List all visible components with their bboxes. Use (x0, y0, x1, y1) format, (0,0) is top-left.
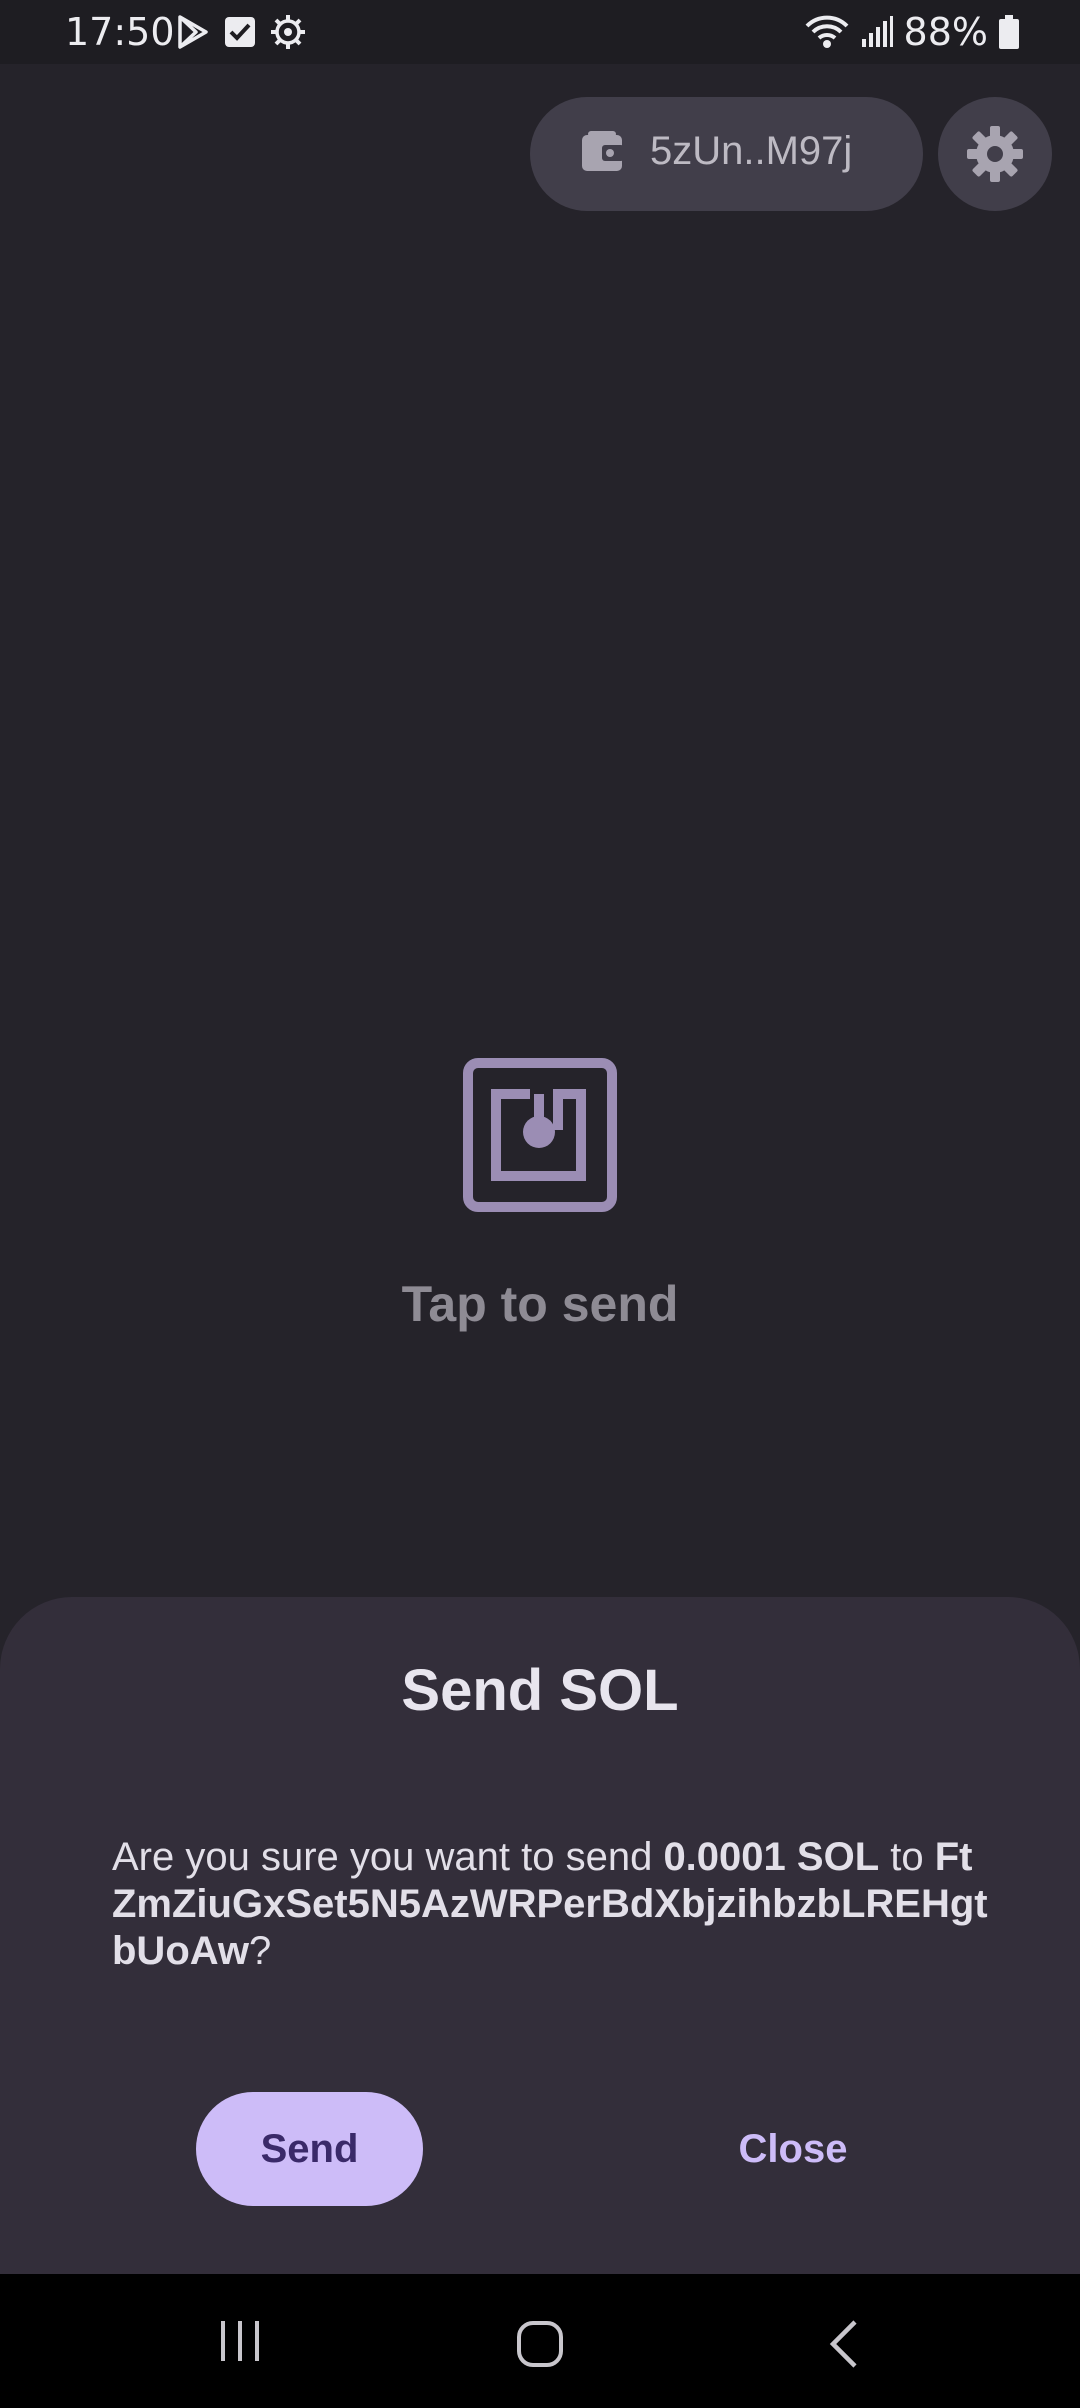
gear-icon (967, 126, 1023, 182)
confirmation-message: Are you sure you want to send 0.0001 SOL… (112, 1834, 992, 1975)
checkbox-icon (225, 17, 255, 47)
recent-apps-button[interactable] (160, 2274, 320, 2408)
message-prefix: Are you sure you want to send (112, 1835, 664, 1879)
wallet-icon (582, 131, 624, 171)
battery-icon (999, 15, 1019, 49)
wifi-icon (805, 15, 848, 48)
nfc-icon[interactable] (463, 1058, 617, 1212)
message-suffix: ? (249, 1929, 272, 1973)
send-confirmation-sheet: Send SOL Are you sure you want to send 0… (0, 1597, 1080, 2274)
system-nav-bar (0, 2274, 1080, 2408)
back-button[interactable] (765, 2274, 925, 2408)
signal-icon (861, 16, 893, 47)
settings-button[interactable] (938, 97, 1052, 211)
status-time: 17:50 (65, 10, 175, 54)
play-store-icon (178, 15, 208, 49)
close-button[interactable]: Close (700, 2092, 886, 2206)
gear-outline-icon (271, 15, 305, 49)
tap-to-send-label: Tap to send (401, 1276, 679, 1332)
home-button[interactable] (460, 2274, 620, 2408)
sheet-title: Send SOL (401, 1658, 679, 1723)
wallet-address: 5zUn..M97j (650, 129, 853, 173)
home-icon (517, 2321, 563, 2367)
back-icon (829, 2320, 857, 2368)
recent-apps-icon (221, 2321, 259, 2361)
status-bar: 17:50 88% (0, 0, 1080, 64)
battery-percent: 88% (903, 10, 988, 54)
send-amount: 0.0001 SOL (663, 1835, 880, 1879)
send-button[interactable]: Send (196, 2092, 423, 2206)
wallet-address-chip[interactable]: 5zUn..M97j (530, 97, 923, 211)
message-mid: to (879, 1835, 935, 1879)
